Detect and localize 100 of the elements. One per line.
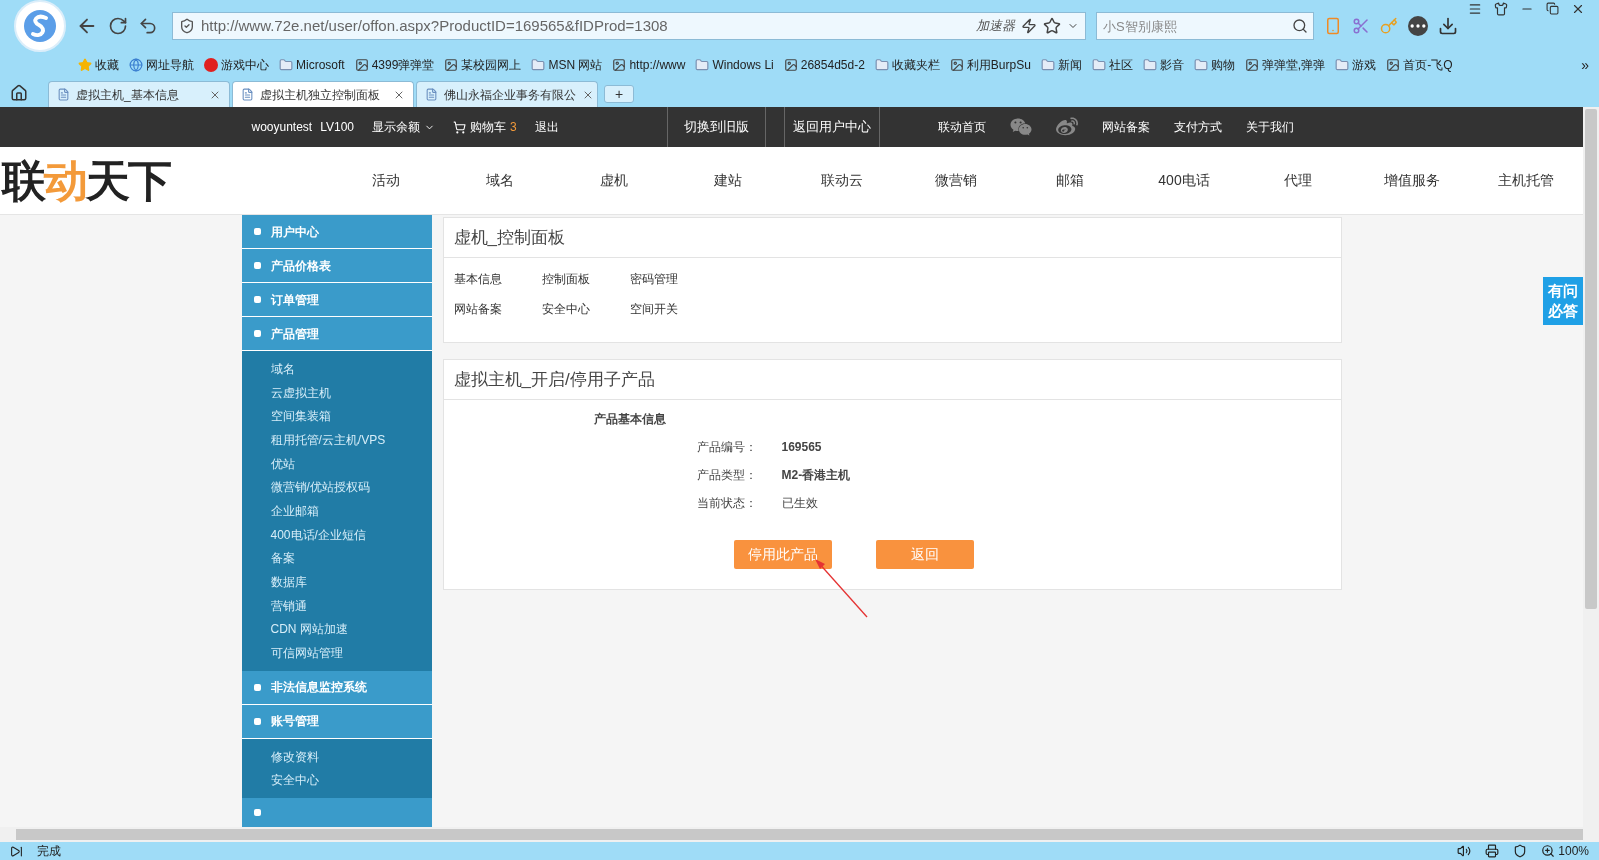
sidebar-item[interactable]: 修改资料 bbox=[241, 744, 432, 769]
browser-tab[interactable]: 虚拟主机独立控制面板 bbox=[232, 81, 414, 107]
refresh-icon[interactable] bbox=[108, 16, 128, 36]
bookmark-item[interactable]: 收藏 bbox=[78, 56, 119, 74]
bookmark-item[interactable]: http://www bbox=[612, 56, 686, 74]
wechat-icon[interactable] bbox=[1009, 116, 1032, 138]
nav-item[interactable]: 联动云 bbox=[785, 170, 899, 191]
search-icon[interactable] bbox=[1292, 18, 1308, 34]
sidebar-item[interactable]: 优站 bbox=[241, 451, 432, 476]
bookmark-item[interactable]: 某校园网上 bbox=[444, 56, 522, 74]
bookmark-item[interactable]: 网址导航 bbox=[129, 56, 194, 74]
bookmark-item[interactable]: 影音 bbox=[1142, 56, 1184, 74]
page-icon bbox=[241, 88, 254, 101]
sidebar-item[interactable]: 域名 bbox=[241, 357, 432, 381]
logout-link[interactable]: 退出 bbox=[534, 118, 559, 136]
scissors-icon[interactable] bbox=[1352, 17, 1370, 35]
bookmark-item[interactable]: Windows Li bbox=[695, 56, 774, 74]
close-icon[interactable] bbox=[1571, 2, 1585, 16]
download-icon[interactable] bbox=[1438, 16, 1458, 36]
bookmark-item[interactable]: 游戏中心 bbox=[204, 56, 269, 74]
star-icon[interactable] bbox=[1043, 17, 1061, 35]
weibo-icon[interactable] bbox=[1055, 116, 1078, 138]
panel-link[interactable]: 控制面板 bbox=[541, 270, 630, 288]
nav-item[interactable]: 活动 bbox=[329, 170, 443, 191]
image-icon bbox=[612, 58, 627, 72]
header-link[interactable]: 支付方式 bbox=[1173, 118, 1222, 136]
header-link[interactable]: 关于我们 bbox=[1245, 118, 1294, 136]
restore-icon[interactable] bbox=[1546, 2, 1559, 15]
sidebar-item[interactable]: 微营销/优站授权码 bbox=[241, 475, 432, 500]
status-text: 完成 bbox=[37, 843, 61, 860]
menu-icon[interactable] bbox=[1468, 2, 1482, 16]
sidebar-item[interactable]: 400电话/企业短信 bbox=[241, 522, 432, 547]
nav-item[interactable]: 400电话 bbox=[1127, 170, 1241, 191]
bookmark-item[interactable]: Microsoft bbox=[279, 56, 345, 74]
sidebar-item[interactable]: CDN 网站加速 bbox=[241, 617, 432, 642]
shirt-icon[interactable] bbox=[1494, 2, 1508, 16]
nav-item[interactable]: 域名 bbox=[443, 170, 557, 191]
sidebar-toggle-icon[interactable] bbox=[10, 844, 23, 858]
vertical-scrollbar[interactable] bbox=[1585, 109, 1597, 609]
bookmark-item[interactable]: 新闻 bbox=[1040, 56, 1082, 74]
nav-item[interactable]: 主机托管 bbox=[1469, 170, 1583, 191]
sidebar-item[interactable]: 可信网站管理 bbox=[241, 641, 432, 665]
bookmark-item[interactable]: 购物 bbox=[1193, 56, 1235, 74]
more-bookmarks[interactable]: » bbox=[1581, 54, 1589, 76]
panel-link[interactable]: 空间开关 bbox=[629, 300, 718, 318]
bullet-icon bbox=[253, 330, 261, 337]
panel-link[interactable]: 网站备案 bbox=[453, 300, 542, 318]
nav-item[interactable]: 代理 bbox=[1241, 170, 1355, 191]
panel-link[interactable]: 安全中心 bbox=[541, 300, 630, 318]
browser-tab[interactable]: 虚拟主机_基本信息 bbox=[48, 81, 230, 107]
horizontal-scrollbar[interactable] bbox=[0, 827, 1599, 842]
bookmark-item[interactable]: 首页-飞Q bbox=[1386, 56, 1453, 74]
sidebar-item[interactable]: 备案 bbox=[241, 546, 432, 571]
sidebar-item[interactable]: 空间集装箱 bbox=[241, 404, 432, 429]
undo-icon[interactable] bbox=[138, 16, 158, 36]
home-link[interactable]: 联动首页 bbox=[937, 118, 986, 136]
balance-toggle[interactable]: 显示余额 bbox=[372, 118, 435, 136]
nav-item[interactable]: 微营销 bbox=[899, 170, 1013, 191]
bookmark-item[interactable]: 4399弹弹堂 bbox=[354, 56, 435, 74]
accelerator-label[interactable]: 加速器 bbox=[976, 16, 1015, 36]
cart-count: 3 bbox=[510, 119, 517, 136]
browser-logo[interactable] bbox=[14, 0, 66, 52]
home-icon[interactable] bbox=[10, 84, 28, 102]
field-label: 当前状态： bbox=[696, 495, 758, 512]
panel-link[interactable]: 基本信息 bbox=[453, 270, 542, 288]
bookmark-item[interactable]: 26854d5d-2 bbox=[783, 56, 865, 74]
sidebar-item[interactable]: 安全中心 bbox=[241, 768, 432, 793]
new-tab-button[interactable]: + bbox=[604, 85, 634, 103]
nav-item[interactable]: 建站 bbox=[671, 170, 785, 191]
shield-icon[interactable] bbox=[1513, 844, 1528, 858]
printer-icon[interactable] bbox=[1485, 844, 1500, 858]
site-logo[interactable]: 联动天下 bbox=[0, 147, 329, 214]
bookmark-item[interactable]: 社区 bbox=[1091, 56, 1133, 74]
bookmark-item[interactable]: 收藏夹栏 bbox=[874, 56, 940, 74]
browser-tab[interactable]: 佛山永福企业事务有限公 bbox=[416, 81, 598, 107]
zoom-control[interactable]: 100% bbox=[1541, 842, 1589, 860]
nav-item[interactable]: 邮箱 bbox=[1013, 170, 1127, 191]
bookmark-item[interactable]: MSN 网站 bbox=[531, 56, 603, 74]
bookmark-item[interactable]: 弹弹堂,弹弹 bbox=[1244, 56, 1326, 74]
bullet-icon bbox=[253, 228, 261, 235]
field-label: 产品编号： bbox=[696, 439, 758, 456]
sidebar-item[interactable]: 租用托管/云主机/VPS bbox=[241, 428, 432, 452]
zoom-icon bbox=[1541, 844, 1556, 858]
search-field[interactable]: 小S智别康熙 bbox=[1096, 12, 1314, 40]
nav-item[interactable]: 虚机 bbox=[557, 170, 671, 191]
sidebar-item[interactable]: 云虚拟主机 bbox=[241, 380, 432, 405]
username[interactable]: wooyuntest bbox=[251, 118, 313, 136]
nav-item[interactable]: 增值服务 bbox=[1355, 170, 1469, 191]
lightning-icon[interactable] bbox=[1021, 18, 1037, 34]
more-icon[interactable] bbox=[1408, 16, 1428, 36]
sidebar-item[interactable]: 数据库 bbox=[241, 570, 432, 594]
panel-link[interactable]: 密码管理 bbox=[629, 270, 718, 288]
sidebar-item[interactable]: 企业邮箱 bbox=[241, 499, 432, 523]
sidebar-item[interactable]: 营销通 bbox=[241, 593, 432, 618]
bookmark-item[interactable]: 利用BurpSu bbox=[949, 56, 1031, 74]
cart-link[interactable]: 购物车 3 bbox=[453, 118, 517, 136]
address-bar[interactable]: http://www.72e.net/user/offon.aspx?ProductID=169565&fIDProd=1308 加速器 bbox=[172, 12, 1086, 40]
speaker-icon[interactable] bbox=[1457, 844, 1472, 858]
bookmark-item[interactable]: 游戏 bbox=[1335, 56, 1377, 74]
header-link[interactable]: 网站备案 bbox=[1101, 118, 1150, 136]
